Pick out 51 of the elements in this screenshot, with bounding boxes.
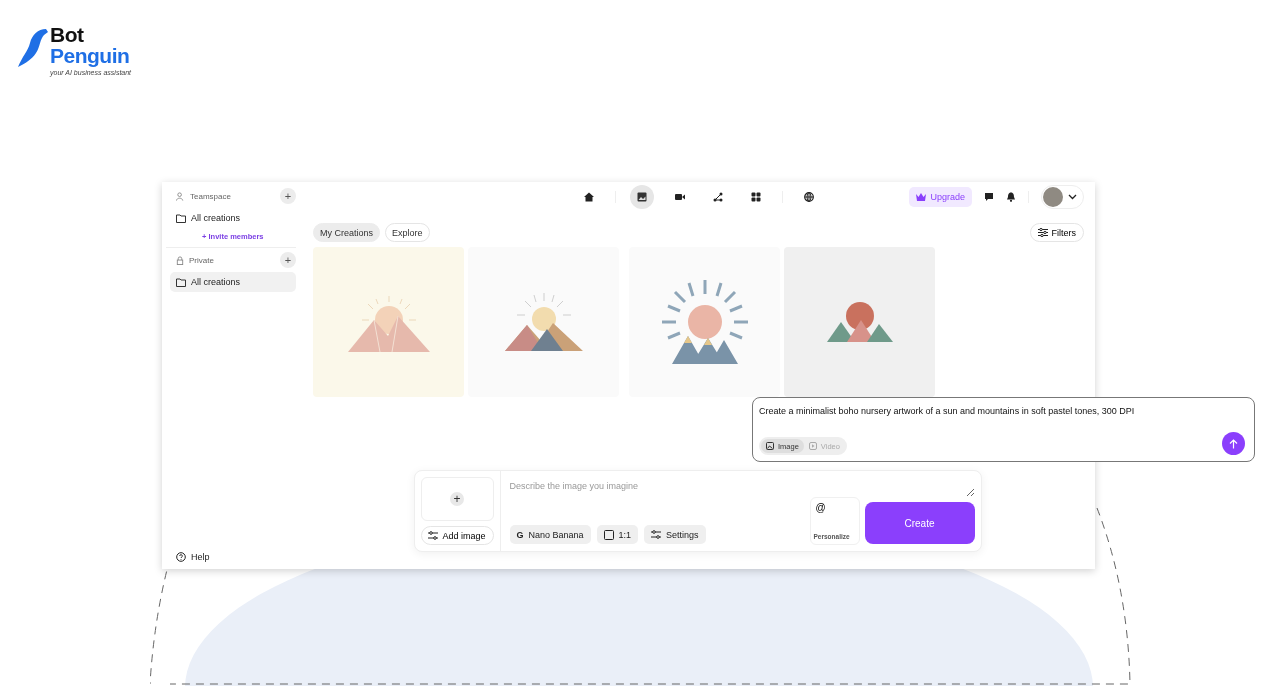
people-icon (176, 191, 185, 201)
image-button[interactable] (629, 185, 654, 209)
chat-icon[interactable] (984, 192, 994, 202)
sliders-icon (428, 531, 439, 540)
chevron-down-icon (1068, 194, 1077, 200)
square-icon (603, 529, 614, 540)
folder-icon (176, 277, 186, 287)
image-drop-area[interactable]: + (420, 477, 494, 521)
globe-icon (803, 192, 814, 202)
artwork-image[interactable] (629, 247, 780, 397)
tab[interactable]: Explore (385, 223, 430, 242)
settings-button[interactable]: Settings (644, 525, 706, 544)
bell-icon[interactable] (1006, 192, 1016, 202)
artwork-image[interactable] (468, 247, 619, 397)
section-title: Teamspace (190, 191, 232, 201)
profile-menu-button[interactable] (1041, 185, 1084, 209)
brand-name: Penguin (50, 45, 131, 67)
image-icon (636, 192, 647, 202)
grid-icon (750, 192, 761, 202)
section-title: Private (189, 255, 215, 265)
sun-mountains-drawing (826, 302, 893, 342)
upgrade-button[interactable]: Upgrade (909, 187, 972, 207)
aspect-ratio-selector[interactable]: 1:1 (596, 525, 639, 544)
help-icon (176, 552, 186, 562)
prompt-text[interactable]: Create a minimalist boho nursery artwork of a sun and mountains in soft pastel tones, 300 DPI (759, 406, 1245, 416)
play-icon (808, 442, 817, 450)
crown-icon (916, 193, 927, 201)
sidebar-item[interactable]: All creations (170, 272, 296, 292)
send-button[interactable] (1222, 432, 1245, 455)
model-selector[interactable]: G Nano Banana (509, 525, 591, 544)
add-image-button[interactable]: Add image (420, 526, 494, 545)
folder-icon (176, 213, 186, 223)
image-icon (766, 442, 774, 450)
brand-name: Bot (50, 25, 85, 45)
sidebar-item[interactable]: All creations (170, 208, 296, 228)
sliders-icon (1037, 228, 1048, 237)
create-button[interactable]: Create (864, 502, 975, 544)
artwork-image[interactable] (784, 247, 935, 397)
sliders-icon (651, 530, 662, 539)
avatar-placeholder (1043, 187, 1063, 207)
plus-icon: + (450, 492, 464, 506)
add-button[interactable]: + (280, 188, 296, 204)
arrow-up-icon (1229, 438, 1238, 449)
filters-button[interactable]: Filters (1029, 223, 1084, 242)
tab[interactable]: My Creations (313, 223, 380, 242)
add-button[interactable]: + (280, 252, 296, 268)
help-link[interactable]: Help (191, 552, 210, 562)
lock-icon (176, 255, 184, 265)
home-icon (583, 192, 594, 202)
nodes-icon (712, 192, 723, 202)
video-camera-icon (674, 192, 685, 202)
